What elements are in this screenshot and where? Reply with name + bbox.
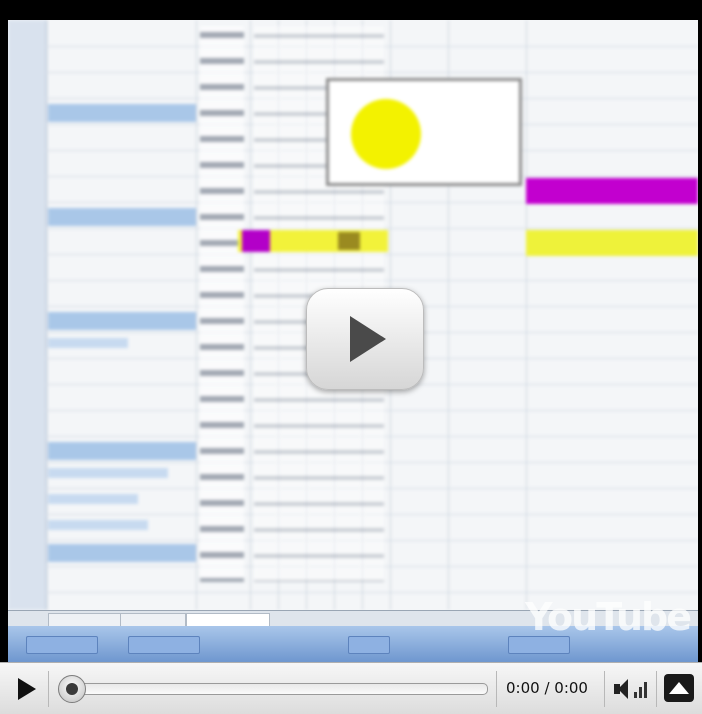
group-cell: [48, 104, 196, 122]
highlighted-cell: [338, 232, 360, 250]
divider: [656, 671, 657, 707]
play-button[interactable]: [10, 675, 40, 703]
progress-track[interactable]: [62, 683, 488, 695]
volume-button[interactable]: [612, 677, 648, 701]
group-cell: [48, 338, 128, 348]
column-b-text: [200, 26, 244, 582]
youtube-watermark: YouTube: [525, 595, 692, 639]
video-frame: YouTube 0:00 / 0:00: [0, 0, 702, 714]
time-display: 0:00 / 0:00: [506, 679, 588, 697]
group-cell: [48, 312, 196, 330]
callout-circle: [351, 99, 421, 169]
highlighted-cell: [242, 230, 270, 252]
control-bar: 0:00 / 0:00: [0, 662, 702, 714]
sheet-tab: [48, 613, 122, 627]
comment-popup: [326, 78, 522, 186]
row-headers: [8, 20, 47, 610]
big-play-button[interactable]: [306, 288, 424, 390]
play-icon: [350, 316, 386, 362]
group-cell: [48, 494, 138, 504]
sheet-tab: [120, 613, 186, 627]
divider: [496, 671, 497, 707]
yellow-highlight-bar: [526, 230, 698, 256]
group-cell: [48, 208, 196, 226]
divider: [48, 671, 49, 707]
group-cell: [48, 442, 196, 460]
sheet-tab: [186, 613, 270, 627]
eject-up-icon: [669, 682, 689, 694]
group-cell: [48, 520, 148, 530]
video-screen[interactable]: YouTube: [8, 20, 698, 662]
magenta-highlight-bar: [526, 178, 698, 204]
progress-scrubber[interactable]: [58, 675, 86, 703]
group-cell: [48, 468, 168, 478]
divider: [604, 671, 605, 707]
menu-toggle-button[interactable]: [664, 674, 694, 702]
play-icon: [18, 678, 36, 700]
group-cell: [48, 544, 196, 562]
